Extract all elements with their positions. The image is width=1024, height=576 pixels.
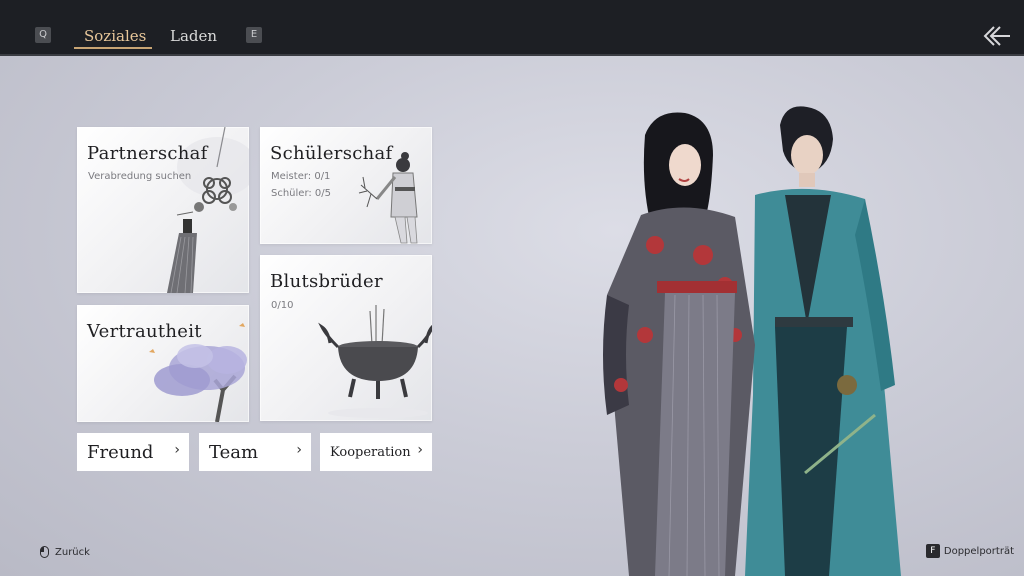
tab-soziales[interactable]: Soziales <box>84 25 146 47</box>
partnerschaft-subtitle: Verabredung suchen <box>88 171 192 182</box>
back-button[interactable] <box>982 24 1012 48</box>
freund-button[interactable]: Freund › <box>77 433 189 471</box>
schuelerschaft-card[interactable]: Schülerschaf Meister: 0/1 Schüler: 0/5 <box>260 127 432 244</box>
blutsbrueder-count: 0/10 <box>271 300 294 311</box>
double-arrow-left-icon <box>983 26 1010 46</box>
male-character <box>745 106 901 576</box>
tab-laden[interactable]: Laden <box>170 25 217 47</box>
incense-burner-icon <box>318 305 432 418</box>
double-portrait-hint[interactable]: F Doppelporträt <box>925 544 1014 558</box>
meister-count: Meister: 0/1 <box>271 171 331 182</box>
team-button[interactable]: Team › <box>199 433 311 471</box>
vertrautheit-card[interactable]: Vertrautheit <box>77 305 249 422</box>
kooperation-label: Kooperation <box>330 445 411 460</box>
double-portrait-label: Doppelporträt <box>943 546 1014 557</box>
team-label: Team <box>209 442 259 463</box>
back-hint[interactable]: Zurück <box>40 546 90 558</box>
freund-label: Freund <box>87 442 154 463</box>
mouse-icon <box>40 546 49 558</box>
back-hint-label: Zurück <box>55 547 90 558</box>
kooperation-button[interactable]: Kooperation › <box>320 433 432 471</box>
top-navigation-bar: Q Soziales Laden E <box>0 0 1024 56</box>
chevron-right-icon: › <box>417 442 423 458</box>
active-tab-indicator <box>74 47 152 49</box>
schueler-count: Schüler: 0/5 <box>271 188 332 199</box>
character-portrait <box>603 106 901 576</box>
chevron-right-icon: › <box>174 442 180 458</box>
vertrautheit-title: Vertrautheit <box>87 321 202 342</box>
schuelerschaft-title: Schülerschaf <box>270 143 393 164</box>
partnerschaft-card[interactable]: Partnerschaf Verabredung suchen <box>77 127 249 293</box>
key-hint-f: F <box>925 544 940 558</box>
blutsbrueder-card[interactable]: Blutsbrüder 0/10 <box>260 255 432 421</box>
blutsbrueder-title: Blutsbrüder <box>270 271 383 292</box>
chevron-right-icon: › <box>296 442 302 458</box>
key-hint-q[interactable]: Q <box>35 27 51 43</box>
female-character <box>603 112 755 576</box>
partnerschaft-title: Partnerschaf <box>87 143 208 164</box>
key-hint-e[interactable]: E <box>246 27 262 43</box>
